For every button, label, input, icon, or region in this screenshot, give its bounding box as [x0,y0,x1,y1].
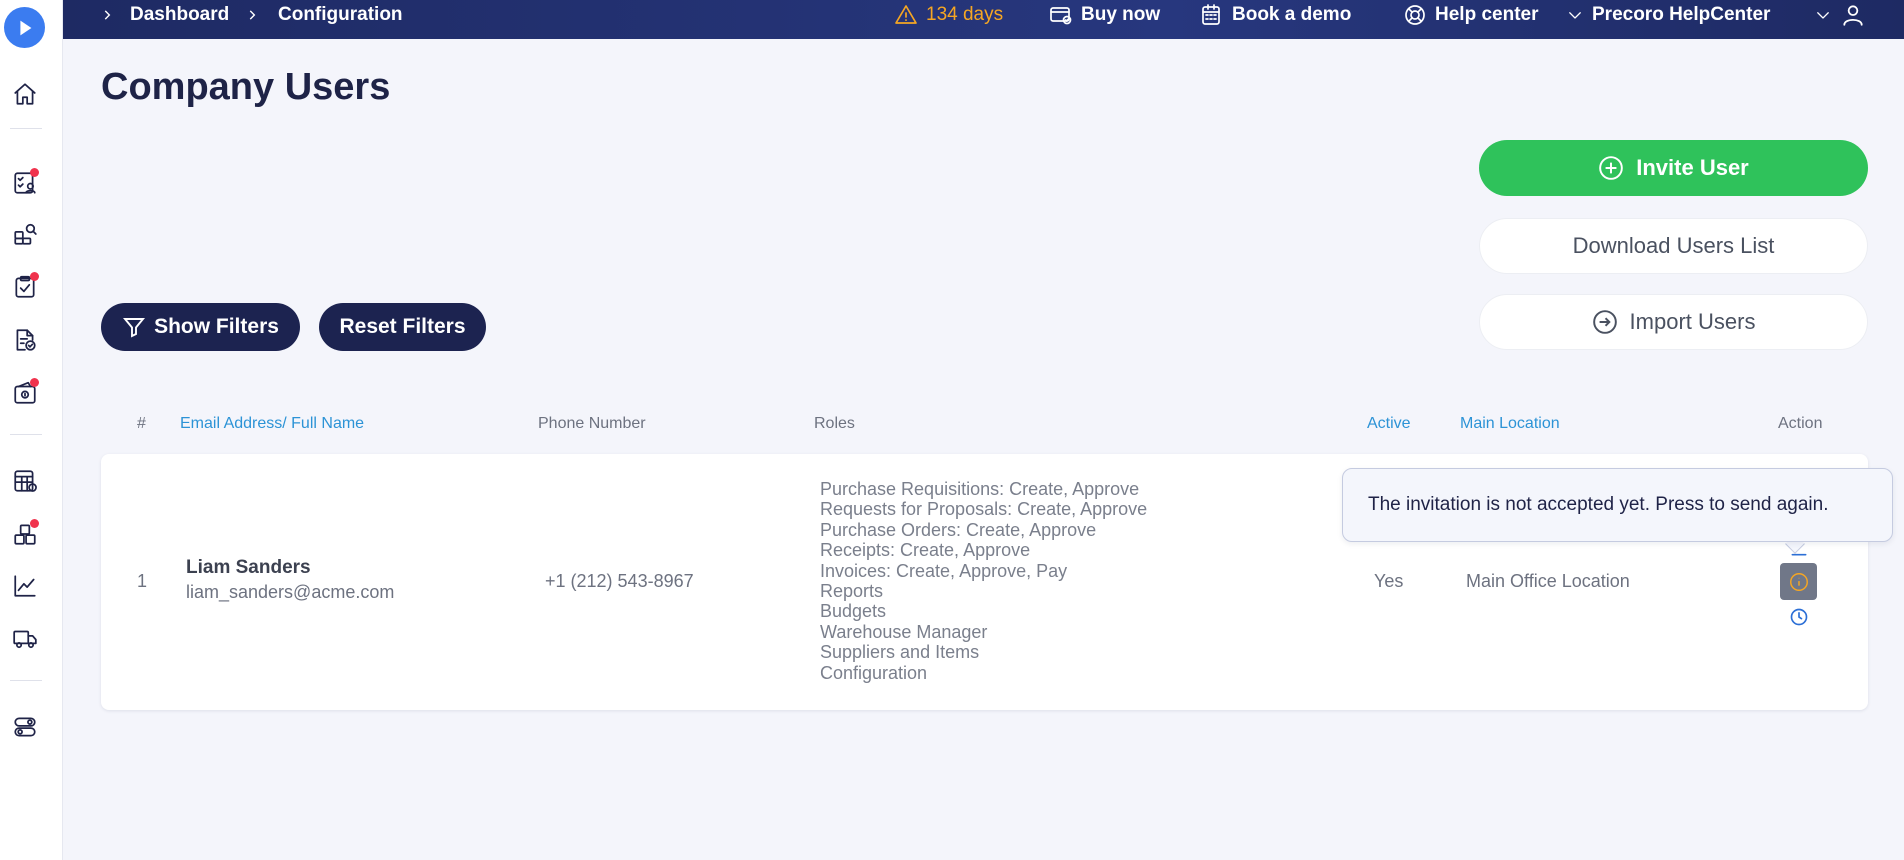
table-icon [14,470,37,492]
user-phone: +1 (212) 543-8967 [545,571,694,591]
resend-invitation-button[interactable] [1780,563,1817,600]
truck-icon [13,630,37,649]
sidebar-item-purchase-requisitions[interactable] [9,167,41,199]
page-title: Company Users [101,66,391,108]
credit-card-icon [1050,7,1072,25]
breadcrumb-configuration[interactable]: Configuration [278,0,403,30]
sidebar-item-warehouse[interactable] [9,518,41,550]
company-switcher[interactable]: Precoro HelpCenter [1566,0,1770,30]
role-item: Requests for Proposals: Create, Approve [820,499,1148,520]
user-menu[interactable] [1814,0,1866,30]
role-item: Budgets [820,601,887,622]
sidebar-item-invoices[interactable] [9,377,41,409]
sidebar-item-configuration[interactable] [9,711,41,743]
user-icon [1843,5,1863,26]
user-roles-list: Purchase Requisitions: Create, Approve R… [820,479,1147,683]
sidebar-item-purchase-orders[interactable] [9,271,41,303]
notification-badge [30,168,39,177]
sidebar-item-requests-for-proposals[interactable] [9,218,41,250]
company-name: Precoro HelpCenter [1592,4,1771,25]
sidebar-divider [10,128,42,129]
import-arrow-icon [1592,310,1617,334]
lifebuoy-icon [1405,5,1425,25]
column-header-email-name[interactable]: Email Address/ Full Name [180,415,364,433]
show-filters-button[interactable]: Show Filters [101,303,300,351]
sidebar [0,0,63,860]
help-center-link[interactable]: Help center [1403,0,1538,30]
info-circle-icon [1789,572,1808,591]
sidebar-item-budgets[interactable] [9,465,41,497]
notification-badge [30,378,39,387]
breadcrumb-dashboard[interactable]: Dashboard [130,0,229,30]
notification-badge [30,272,39,281]
sidebar-divider [10,434,42,435]
role-item: Purchase Requisitions: Create, Approve [820,479,1140,499]
role-item: Invoices: Create, Approve, Pay [820,560,1068,581]
chevron-right-icon [242,5,262,25]
chart-line-icon [14,575,36,597]
filter-icon [123,318,146,338]
chevron-right-icon [97,5,117,25]
column-header-index: # [137,415,146,432]
column-header-main-location[interactable]: Main Location [1460,415,1560,433]
calendar-icon [1202,4,1220,25]
toggles-icon [14,717,36,737]
buy-now-link[interactable]: Buy now [1049,0,1160,30]
user-email: liam_sanders@acme.com [186,582,395,602]
role-item: Reports [820,581,884,602]
chevron-down-icon [1817,12,1829,19]
clock-icon [1790,608,1808,626]
row-index: 1 [137,571,148,591]
sidebar-item-receipts[interactable] [9,324,41,356]
column-header-active[interactable]: Active [1367,415,1411,433]
document-check-icon [16,329,36,351]
column-header-phone: Phone Number [538,415,646,432]
download-users-list-button[interactable]: Download Users List [1479,218,1868,274]
role-item: Configuration [820,662,928,683]
role-item: Receipts: Create, Approve [820,540,1031,561]
logo-play-icon [19,20,31,35]
reset-filters-button[interactable]: Reset Filters [319,303,486,351]
tooltip-text: The invitation is not accepted yet. Pres… [1368,494,1829,515]
role-item: Warehouse Manager [820,621,988,642]
show-filters-label: Show Filters [154,315,279,338]
boxes-search-icon [14,223,37,245]
reset-filters-label: Reset Filters [339,315,466,338]
notification-badge [30,519,39,528]
trial-days-label: 134 days [926,4,1004,25]
topbar: Dashboard Configuration 134 days Buy now… [63,0,1904,39]
plus-circle-icon [1599,156,1624,180]
trial-days-indicator[interactable]: 134 days [894,0,1003,30]
import-users-button[interactable]: Import Users [1479,294,1868,350]
sidebar-item-reports[interactable] [9,570,41,602]
download-users-list-label: Download Users List [1572,233,1775,258]
column-header-roles: Roles [814,415,855,432]
sidebar-item-suppliers[interactable] [9,622,41,654]
user-active-status: Yes [1374,571,1404,591]
home-icon [14,83,36,105]
role-item: Purchase Orders: Create, Approve [820,519,1097,540]
column-header-action: Action [1778,415,1823,432]
precoro-logo[interactable] [4,7,45,48]
resend-invitation-tooltip: The invitation is not accepted yet. Pres… [1342,468,1893,542]
sidebar-divider [10,680,42,681]
chevron-down-icon [1569,12,1581,19]
warning-icon [895,5,917,24]
book-demo-link[interactable]: Book a demo [1200,0,1351,30]
sidebar-item-home[interactable] [9,78,41,110]
book-demo-label: Book a demo [1232,4,1352,25]
import-users-label: Import Users [1629,309,1756,334]
invite-user-button[interactable]: Invite User [1479,140,1868,196]
help-center-label: Help center [1435,4,1539,25]
role-item: Suppliers and Items [820,642,980,663]
invite-user-label: Invite User [1636,155,1749,180]
user-full-name[interactable]: Liam Sanders [186,557,311,579]
buy-now-label: Buy now [1081,4,1161,25]
user-main-location: Main Office Location [1466,571,1630,591]
user-history-button[interactable] [1788,606,1810,628]
